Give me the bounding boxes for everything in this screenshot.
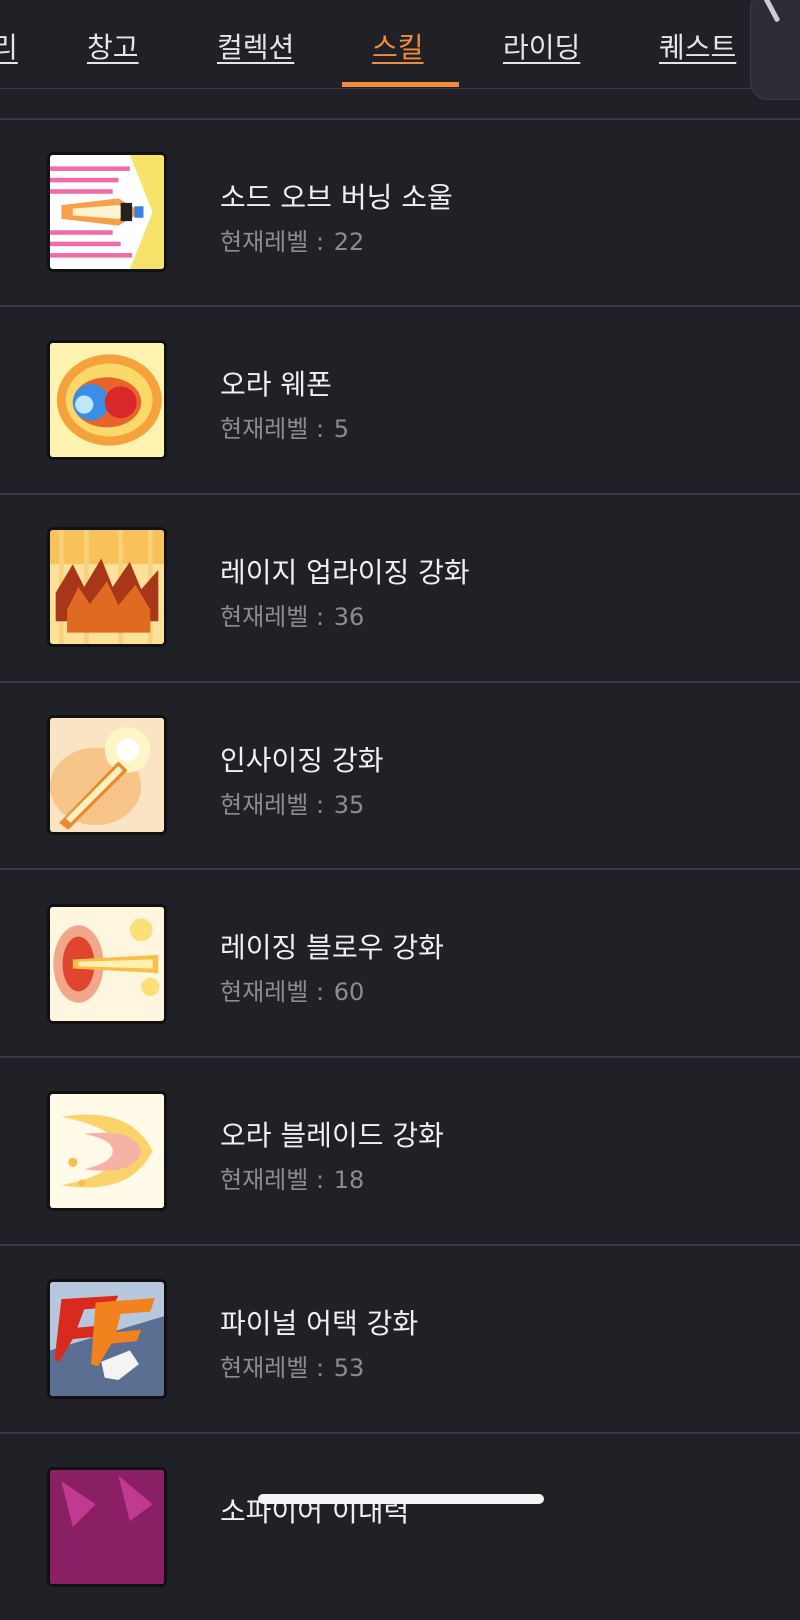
skill-name: 오라 블레이드 강화 — [220, 1119, 444, 1152]
skill-level: 현재레벨 : 18 — [220, 1160, 364, 1195]
level-prefix: 현재레벨 : — [220, 1354, 325, 1382]
level-value: 18 — [333, 1166, 365, 1194]
tab-skill[interactable]: 스킬 — [372, 26, 424, 66]
aura-weapon-icon — [47, 340, 167, 460]
tab-storage[interactable]: 창고 — [87, 26, 139, 66]
skill-name: 인사이징 강화 — [220, 744, 384, 777]
skill-level: 현재레벨 : 22 — [220, 222, 364, 257]
skill-row[interactable]: 오라 블레이드 강화 현재레벨 : 18 — [0, 1058, 800, 1244]
rage-uprising-icon — [47, 527, 167, 647]
overlay-button[interactable] — [750, 0, 800, 100]
skill-row[interactable]: 소파이어 이내력 — [0, 1434, 800, 1620]
skill-row[interactable]: 파이널 어택 강화 현재레벨 : 53 — [0, 1246, 800, 1432]
sword-of-burning-soul-icon — [47, 152, 167, 272]
skill-row[interactable]: 레이징 블로우 강화 현재레벨 : 60 — [0, 870, 800, 1056]
incising-icon — [47, 715, 167, 835]
skill-name: 파이널 어택 강화 — [220, 1307, 419, 1340]
skill-row[interactable]: 레이지 업라이징 강화 현재레벨 : 36 — [0, 495, 800, 681]
tab-riding[interactable]: 라이딩 — [503, 26, 580, 66]
skill-name: 오라 웨폰 — [220, 368, 332, 401]
skill-row[interactable]: 오라 웨폰 현재레벨 : 5 — [0, 307, 800, 493]
tab-quest[interactable]: 퀘스트 — [659, 26, 736, 66]
level-value: 5 — [333, 415, 349, 443]
slash-icon — [762, 0, 781, 23]
partial-skill-icon — [47, 1467, 167, 1587]
level-prefix: 현재레벨 : — [220, 415, 325, 443]
level-value: 53 — [333, 1354, 365, 1382]
tab-collection[interactable]: 컬렉션 — [217, 26, 294, 66]
skill-level: 현재레벨 : 60 — [220, 972, 364, 1007]
skill-name: 레이지 업라이징 강화 — [220, 556, 470, 589]
aura-blade-icon — [47, 1091, 167, 1211]
level-prefix: 현재레벨 : — [220, 791, 325, 819]
tab-bar: 리 창고 컬렉션 스킬 라이딩 퀘스트 — [0, 0, 800, 89]
level-value: 22 — [333, 228, 365, 256]
level-value: 35 — [333, 791, 365, 819]
raging-blow-icon — [47, 904, 167, 1024]
skill-name: 레이징 블로우 강화 — [220, 931, 444, 964]
level-prefix: 현재레벨 : — [220, 603, 325, 631]
level-value: 36 — [333, 603, 365, 631]
skill-level: 현재레벨 : 35 — [220, 785, 364, 820]
skill-row[interactable]: 인사이징 강화 현재레벨 : 35 — [0, 683, 800, 869]
level-prefix: 현재레벨 : — [220, 228, 325, 256]
level-value: 60 — [333, 978, 365, 1006]
skill-name: 소드 오브 버닝 소울 — [220, 181, 453, 214]
level-prefix: 현재레벨 : — [220, 978, 325, 1006]
skill-level: 현재레벨 : 5 — [220, 409, 349, 444]
tab-partial[interactable]: 리 — [0, 26, 18, 66]
skill-row[interactable]: 소드 오브 버닝 소울 현재레벨 : 22 — [0, 120, 800, 306]
active-tab-indicator — [342, 82, 459, 87]
skill-level: 현재레벨 : 53 — [220, 1348, 364, 1383]
final-attack-icon — [47, 1279, 167, 1399]
level-prefix: 현재레벨 : — [220, 1166, 325, 1194]
skill-level: 현재레벨 : 36 — [220, 597, 364, 632]
home-indicator — [258, 1494, 544, 1504]
